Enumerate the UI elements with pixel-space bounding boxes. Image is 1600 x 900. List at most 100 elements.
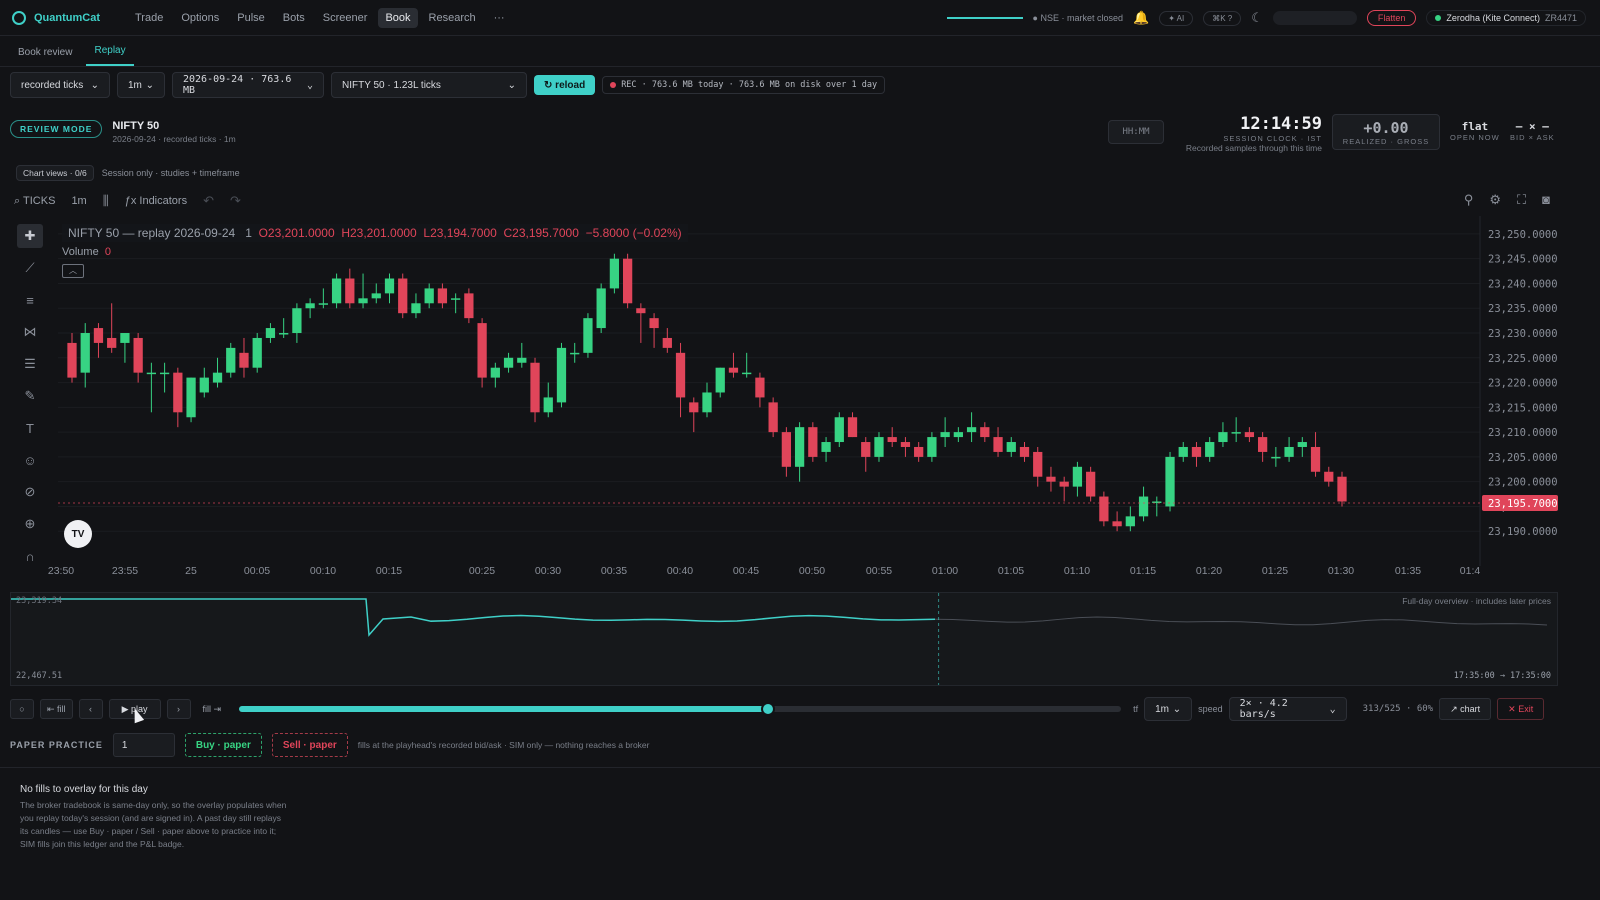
ai-button[interactable]: ✦ AI	[1159, 10, 1194, 26]
candle-up	[252, 337, 262, 368]
connected-dot-icon	[1435, 15, 1442, 21]
quick-search-icon[interactable]: ⚲	[1464, 192, 1474, 208]
candle-down	[1191, 446, 1202, 457]
tf-select[interactable]: 1m ⌄	[1144, 697, 1193, 721]
account-id: ZR4471	[1544, 13, 1577, 23]
speed-select[interactable]: 2× · 4.2 bars/s ⌄	[1228, 697, 1347, 721]
candle-down	[847, 417, 858, 438]
tab-book-review[interactable]: Book review	[10, 39, 80, 66]
day-overview[interactable]: 23,319.34 22,467.51 Full-day overview · …	[10, 592, 1558, 686]
reset-button[interactable]: ○	[10, 699, 34, 719]
review-header: REVIEW MODE NIFTY 50 2026-09-24 · record…	[10, 120, 236, 144]
x-tick-label: 00:25	[469, 565, 495, 577]
legend-change: −5.8000 (−0.02%)	[585, 226, 682, 240]
candle-type-icon[interactable]: ⫼	[103, 193, 109, 209]
candle-down	[530, 362, 540, 413]
fill-right-button[interactable]: fill ⇥	[197, 699, 228, 719]
playhead-knob[interactable]	[761, 702, 776, 716]
date-value: 2026-09-24 · 763.6 MB	[183, 74, 292, 96]
exit-button[interactable]: ✕ Exit	[1497, 698, 1545, 720]
overview-high: 23,319.34	[16, 596, 63, 606]
flatten-button[interactable]: Flatten	[1366, 10, 1417, 26]
candle-down	[861, 442, 871, 457]
chevron-down-icon: ⌄	[1329, 703, 1336, 715]
symbol-search[interactable]: ⌕ TICKS	[14, 195, 55, 208]
nav-item-options[interactable]: Options	[174, 8, 226, 28]
step-forward-button[interactable]: ›	[166, 699, 191, 719]
command-palette-button[interactable]: ⌘K ?	[1203, 10, 1242, 26]
candle-down	[755, 377, 765, 398]
chart-area[interactable]: ✚ ⟋ ≡ ⋈ ☰ ✎ T ☺ ⊘ ⊕ ∩ 23,250.0000 23,245.…	[10, 216, 1560, 586]
chart-legend: NIFTY 50 — replay 2026-09-24 1 O23,201.0…	[62, 224, 688, 242]
connection-status-line	[946, 17, 1023, 19]
x-tick-label: 01:35	[1395, 565, 1421, 577]
indicators-button[interactable]: ƒx Indicators	[125, 195, 187, 207]
tf-label: tf	[1133, 704, 1139, 714]
symbol-value: NIFTY 50 · 1.23L ticks	[342, 79, 441, 91]
nav-item-trade[interactable]: Trade	[128, 8, 170, 28]
candle-down	[636, 308, 646, 314]
broker-status[interactable]: Zerodha (Kite Connect) ZR4471	[1426, 10, 1586, 26]
position-label: OPEN NOW	[1450, 133, 1500, 142]
candle-up	[1297, 442, 1307, 447]
nav-item-bots[interactable]: Bots	[276, 8, 312, 28]
candle-up	[146, 372, 157, 375]
nav-item-pulse[interactable]: Pulse	[230, 8, 272, 28]
candle-up	[1218, 432, 1228, 443]
speed-value: 2× · 4.2 bars/s	[1239, 698, 1288, 720]
quantity-input[interactable]: 1	[112, 733, 175, 757]
collapse-legend-button[interactable]: ︿	[62, 264, 84, 278]
candle-up	[927, 437, 937, 457]
nav-item-book[interactable]: Book	[378, 7, 418, 28]
candle-up	[424, 288, 434, 304]
redo-icon[interactable]: ↷	[230, 193, 241, 209]
timeframe-select[interactable]: 1m ⌄	[117, 72, 165, 98]
no-fills-body: The broker tradebook is same-day only, s…	[20, 800, 287, 849]
reload-button[interactable]: ↻ reload	[534, 75, 596, 95]
time-jump-input[interactable]: HH:MM	[1108, 120, 1164, 144]
candle-down	[1324, 471, 1334, 482]
moon-icon[interactable]: ☾	[1251, 10, 1263, 26]
settings-gear-icon[interactable]: ⚙	[1489, 192, 1501, 208]
x-tick-label: 00:35	[601, 565, 627, 577]
interval-button[interactable]: 1m	[71, 195, 86, 207]
source-value: recorded ticks	[21, 79, 84, 91]
tradingview-logo[interactable]: TV	[64, 520, 92, 548]
bar-counter: 313/525 · 60%	[1362, 704, 1434, 714]
review-mode-badge: REVIEW MODE	[10, 120, 103, 138]
chart-views-button[interactable]: Chart views · 0/6	[16, 165, 94, 181]
buy-paper-button[interactable]: Buy · paper	[184, 733, 262, 757]
x-tick-label: 01:30	[1328, 565, 1354, 577]
camera-icon[interactable]: ◙	[1542, 192, 1550, 208]
candle-up	[1165, 456, 1175, 507]
undo-icon[interactable]: ↶	[203, 193, 214, 209]
symbol-select[interactable]: NIFTY 50 · 1.23L ticks ⌄	[331, 72, 527, 98]
source-select[interactable]: recorded ticks ⌄	[10, 72, 110, 98]
x-tick-label: 23:50	[48, 565, 74, 577]
nav-more-button[interactable]: ···	[487, 8, 512, 28]
chart-button[interactable]: ↗ chart	[1439, 698, 1492, 720]
nav-item-research[interactable]: Research	[422, 8, 483, 28]
sell-paper-button[interactable]: Sell · paper	[271, 733, 348, 757]
candle-up	[120, 333, 130, 343]
candle-up	[834, 417, 844, 443]
fullscreen-icon[interactable]: ⛶	[1517, 192, 1526, 208]
logo[interactable]: QuantumCat	[12, 10, 100, 25]
y-tick-label: 23,230.0000	[1488, 328, 1558, 340]
position-status: flat OPEN NOW	[1450, 120, 1500, 142]
fill-left-button[interactable]: ⇤ fill	[40, 699, 73, 719]
step-back-button[interactable]: ‹	[78, 699, 103, 719]
nav-item-screener[interactable]: Screener	[316, 8, 375, 28]
bell-icon[interactable]: 🔔	[1133, 10, 1149, 26]
overview-range: 17:35:00 → 17:35:00	[1453, 671, 1551, 681]
candle-down	[107, 337, 117, 348]
paper-note: fills at the playhead's recorded bid/ask…	[357, 740, 650, 750]
tab-replay[interactable]: Replay	[86, 37, 134, 66]
candle-down	[980, 427, 990, 438]
chevron-down-icon: ⌄	[1172, 703, 1182, 715]
candle-down	[1244, 432, 1255, 438]
date-select[interactable]: 2026-09-24 · 763.6 MB ⌄	[172, 72, 324, 98]
playhead-slider[interactable]	[239, 702, 1122, 716]
candle-down	[173, 372, 183, 413]
top-nav-bar: QuantumCat Trade Options Pulse Bots Scre…	[0, 0, 1600, 36]
